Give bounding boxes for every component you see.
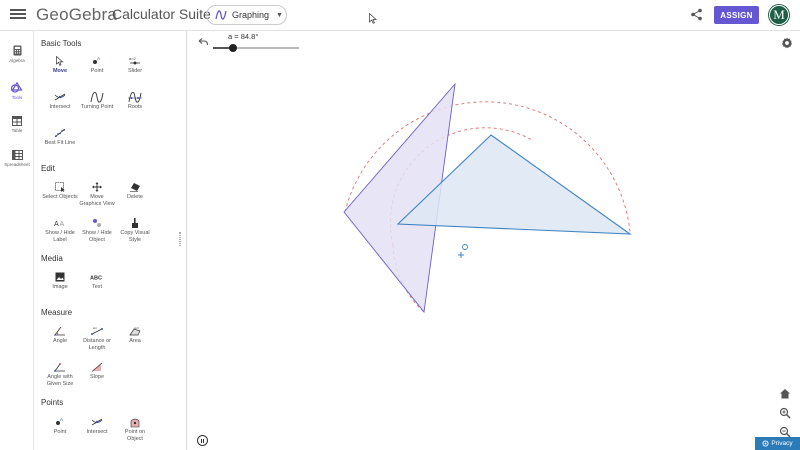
angle-icon	[54, 326, 65, 336]
tool-intersect[interactable]: Intersect	[40, 91, 80, 111]
select-objects-icon	[54, 182, 65, 192]
svg-text:ABC: ABC	[90, 276, 102, 282]
area-icon: cm²	[129, 326, 141, 336]
tool-angle[interactable]: Angle	[40, 325, 80, 345]
share-icon[interactable]	[690, 8, 703, 21]
tool-show-hide-object[interactable]: Show / Hide Object	[77, 217, 117, 243]
suite-title: Calculator Suite	[112, 6, 211, 22]
slider-icon: a=2	[129, 56, 140, 65]
tool-move[interactable]: Move	[40, 55, 80, 75]
panel-resize-handle[interactable]	[179, 232, 181, 246]
mouse-cursor-icon	[369, 13, 377, 24]
eraser-icon	[130, 183, 140, 192]
tool-intersect-2[interactable]: Intersect	[77, 416, 117, 436]
intersect-icon	[91, 418, 103, 426]
rail-label: Table	[11, 128, 23, 133]
tools-panel: Basic Tools Move A Point a=2 Slider Inte…	[34, 31, 187, 450]
svg-text:A: A	[60, 221, 65, 228]
section-edit: Edit	[41, 164, 55, 173]
intersect-icon	[54, 93, 66, 101]
tool-distance-or-length[interactable]: cm Distance or Length	[77, 325, 117, 351]
spreadsheet-icon	[11, 150, 23, 160]
move-arrow-icon	[56, 56, 64, 66]
svg-text:A: A	[60, 417, 63, 422]
geogebra-logo: GeoGebra	[36, 5, 117, 24]
tool-roots[interactable]: Roots	[115, 91, 155, 111]
assign-button[interactable]: ASSIGN	[714, 6, 759, 24]
show-hide-label-icon: AA	[54, 221, 65, 228]
roots-icon	[128, 91, 142, 103]
rail-label: Algebra	[9, 58, 25, 63]
paintbrush-icon	[132, 217, 138, 228]
privacy-label: Privacy	[771, 440, 793, 447]
slider-value-label: a = 84.8°	[228, 32, 259, 41]
tool-turning-point[interactable]: Turning Point	[77, 91, 117, 111]
angle-given-size-icon	[54, 363, 65, 372]
undo-icon[interactable]	[198, 38, 208, 46]
section-basic-tools: Basic Tools	[41, 39, 82, 48]
tool-point[interactable]: A Point	[77, 55, 117, 75]
table-icon	[12, 116, 22, 126]
shapes-icon	[11, 82, 23, 93]
privacy-gear-icon	[762, 440, 769, 447]
app-switcher-dropdown[interactable]: Graphing ▼	[206, 5, 287, 25]
section-points: Points	[41, 398, 64, 407]
tool-point-2[interactable]: A Point	[40, 416, 80, 436]
text-abc-icon: ABC	[90, 276, 102, 282]
svg-text:a=2: a=2	[129, 56, 137, 61]
show-hide-object-icon	[92, 219, 101, 227]
rail-item-table[interactable]: Table	[0, 116, 34, 148]
rail-item-spreadsheet[interactable]: Spreadsheet	[0, 150, 34, 182]
tool-point-on-object[interactable]: Point on Object	[115, 416, 155, 442]
svg-text:A: A	[54, 221, 59, 228]
tool-delete[interactable]: Delete	[115, 181, 155, 201]
tool-move-graphics-view[interactable]: Move Graphics View	[77, 181, 117, 207]
point-icon: A	[93, 56, 100, 64]
svg-text:cm: cm	[93, 326, 98, 330]
tool-slider[interactable]: a=2 Slider	[115, 55, 155, 75]
point-on-object-icon	[130, 418, 140, 427]
svg-text:cm²: cm²	[134, 326, 139, 330]
tool-show-hide-label[interactable]: AA Show / Hide Label	[40, 217, 80, 243]
privacy-button[interactable]: Privacy	[755, 437, 800, 450]
user-avatar[interactable]: M	[769, 5, 789, 25]
tool-best-fit-line[interactable]: Best Fit Line	[40, 127, 80, 147]
tool-angle-with-given-size[interactable]: Angle with Given Size	[40, 361, 80, 387]
move-graphics-view-icon	[92, 182, 102, 192]
section-measure: Measure	[41, 308, 73, 317]
svg-text:A: A	[97, 56, 100, 61]
rail-item-tools[interactable]: Tools	[0, 82, 34, 114]
tool-slope[interactable]: Slope	[77, 361, 117, 381]
slope-icon	[91, 362, 103, 372]
section-media: Media	[41, 254, 63, 263]
image-icon	[55, 272, 65, 282]
app-switcher-label: Graphing	[232, 10, 270, 20]
tool-image[interactable]: Image	[40, 271, 80, 291]
turning-point-icon	[90, 91, 104, 103]
graphics-view[interactable]	[188, 31, 800, 450]
graphing-icon	[215, 10, 227, 20]
home-icon[interactable]	[779, 388, 791, 400]
tool-text[interactable]: ABC Text	[77, 271, 117, 291]
tool-area[interactable]: cm² Area	[115, 325, 155, 345]
top-header: GeoGebra Calculator Suite Graphing ▼ ASS…	[0, 0, 800, 31]
rail-label: Tools	[11, 95, 23, 100]
chevron-down-icon: ▼	[276, 11, 283, 19]
distance-icon: cm	[91, 326, 103, 335]
tool-select-objects[interactable]: Select Objects	[40, 181, 80, 201]
pause-animation-button[interactable]	[197, 435, 208, 446]
view-rail: Algebra Tools Table Spreadsheet	[0, 31, 34, 450]
tool-copy-visual-style[interactable]: Copy Visual Style	[115, 217, 155, 243]
zoom-in-icon[interactable]	[779, 407, 791, 419]
rail-label: Spreadsheet	[4, 162, 30, 167]
point-icon: A	[56, 417, 63, 425]
hamburger-menu-icon[interactable]	[10, 7, 26, 23]
settings-gear-icon[interactable]	[781, 37, 793, 49]
calculator-icon	[13, 45, 21, 56]
best-fit-line-icon	[54, 128, 66, 138]
rail-item-algebra[interactable]: Algebra	[0, 45, 34, 77]
geogebra-app: GeoGebra Calculator Suite Graphing ▼ ASS…	[0, 0, 800, 450]
